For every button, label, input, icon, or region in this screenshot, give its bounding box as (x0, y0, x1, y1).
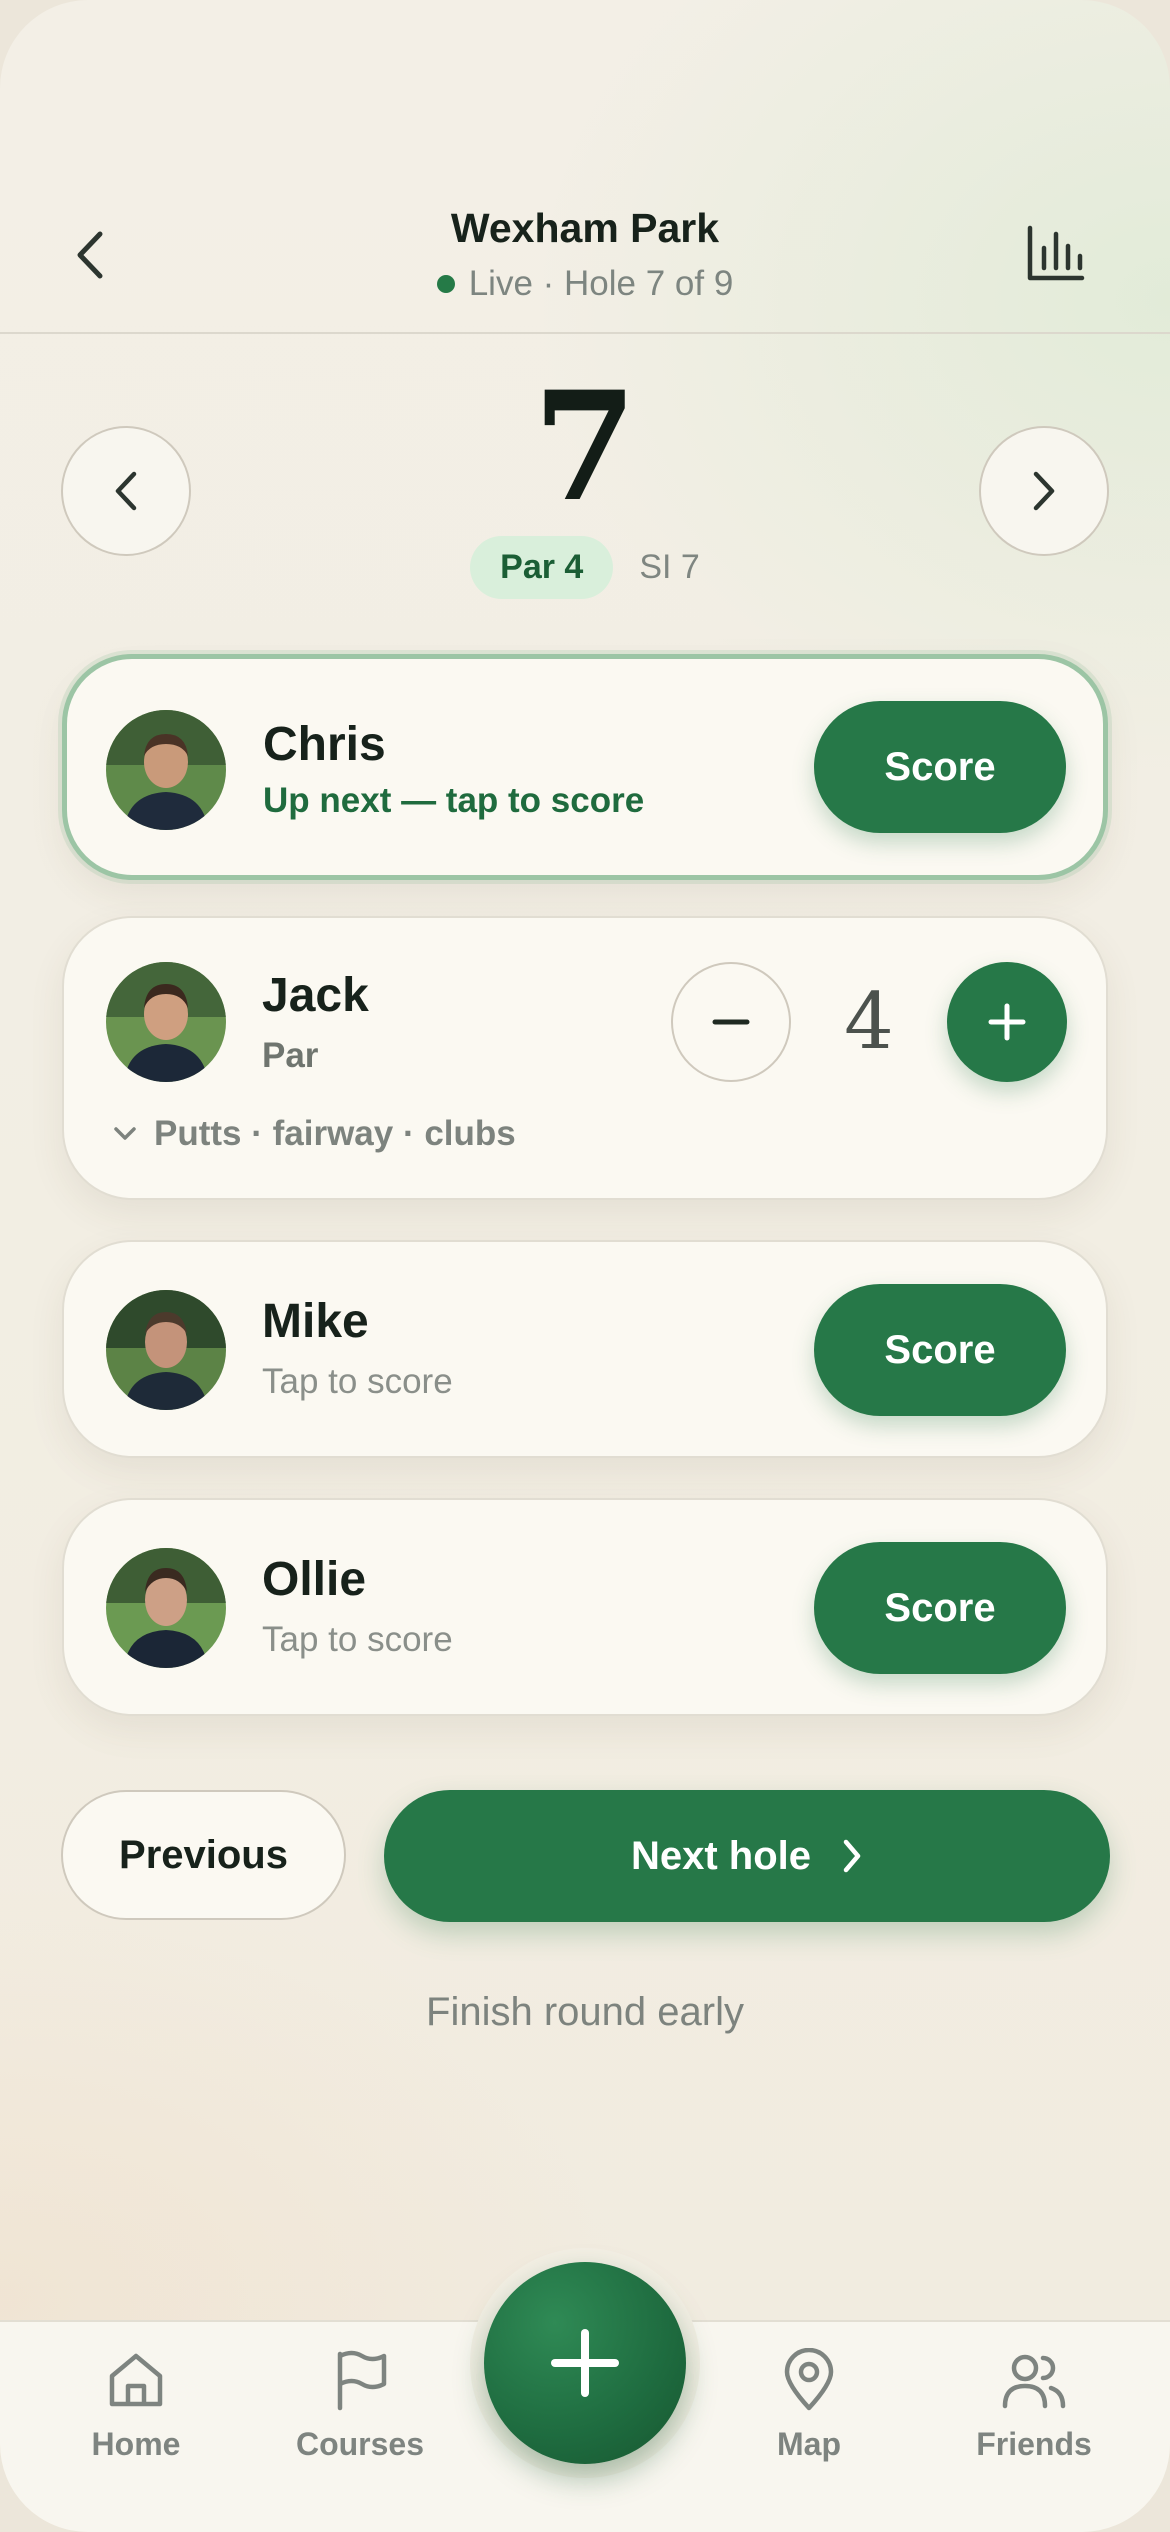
home-icon (109, 2353, 163, 2407)
round-status-text: Live · Hole 7 of 9 (468, 264, 734, 303)
stroke-index: SI 7 (639, 548, 700, 586)
decrease-strokes-button[interactable] (671, 962, 791, 1082)
player-name: Jack (262, 969, 369, 1022)
player-card-jack: Jack Par 4 Putts · fairway · clubs (62, 916, 1108, 1200)
stats-button[interactable] (1024, 222, 1088, 286)
scoring-screen: Wexham Park Live · Hole 7 of 9 7 Par 4 S… (0, 0, 1170, 2532)
plus-icon (551, 2329, 619, 2397)
chevron-right-icon (843, 1839, 861, 1873)
player-name: Ollie (262, 1553, 367, 1606)
avatar (106, 1290, 226, 1410)
tab-label: Friends (976, 2426, 1092, 2462)
header: Wexham Park Live · Hole 7 of 9 (0, 0, 1170, 334)
score-button-chris[interactable]: Score (814, 701, 1066, 833)
plus-icon (988, 1003, 1026, 1041)
avatar (106, 962, 226, 1082)
hole-meta: Par 4 SI 7 (0, 536, 1170, 599)
tab-home[interactable]: Home (36, 2348, 236, 2463)
player-name: Chris (263, 718, 386, 771)
course-title: Wexham Park (450, 205, 720, 251)
tab-courses[interactable]: Courses (260, 2348, 460, 2463)
add-button[interactable] (484, 2262, 686, 2464)
avatar (106, 1548, 226, 1668)
score-button-ollie[interactable]: Score (814, 1542, 1066, 1674)
minus-icon (712, 1019, 750, 1025)
stroke-count: 4 (844, 977, 894, 1067)
tab-friends[interactable]: Friends (934, 2348, 1134, 2463)
avatar (106, 710, 226, 830)
par-badge: Par 4 (470, 536, 614, 599)
player-status: Par (262, 1036, 319, 1075)
player-status: Up next — tap to score (263, 781, 645, 820)
shot-details-label: Putts · fairway · clubs (154, 1114, 516, 1153)
player-card-ollie[interactable]: Ollie Tap to score Score (62, 1498, 1108, 1716)
shot-details-toggle[interactable]: Putts · fairway · clubs (112, 1114, 516, 1154)
previous-button[interactable]: Previous (61, 1790, 346, 1920)
tab-map[interactable]: Map (709, 2348, 909, 2463)
map-pin-icon (784, 2348, 834, 2411)
player-name: Mike (262, 1295, 369, 1348)
score-button-mike[interactable]: Score (814, 1284, 1066, 1416)
friends-icon (1002, 2354, 1066, 2409)
finish-round-link[interactable]: Finish round early (0, 1990, 1170, 2035)
tab-label: Home (91, 2426, 181, 2462)
tab-label: Courses (295, 2426, 425, 2462)
next-hole-button[interactable]: Next hole (384, 1790, 1110, 1922)
chevron-down-icon (114, 1127, 136, 1140)
bar-chart-icon (1027, 225, 1085, 281)
chevron-right-icon (1033, 471, 1055, 511)
flag-icon (337, 2350, 387, 2411)
player-status: Tap to score (262, 1620, 453, 1659)
increase-strokes-button[interactable] (947, 962, 1067, 1082)
player-card-mike[interactable]: Mike Tap to score Score (62, 1240, 1108, 1458)
live-indicator-icon (436, 275, 455, 293)
round-status: Live · Hole 7 of 9 (0, 264, 1170, 304)
tab-label: Map (777, 2426, 841, 2462)
next-hole-label: Next hole (630, 1833, 812, 1878)
player-card-chris[interactable]: Chris Up next — tap to score Score (62, 654, 1108, 880)
player-status: Tap to score (262, 1362, 453, 1401)
